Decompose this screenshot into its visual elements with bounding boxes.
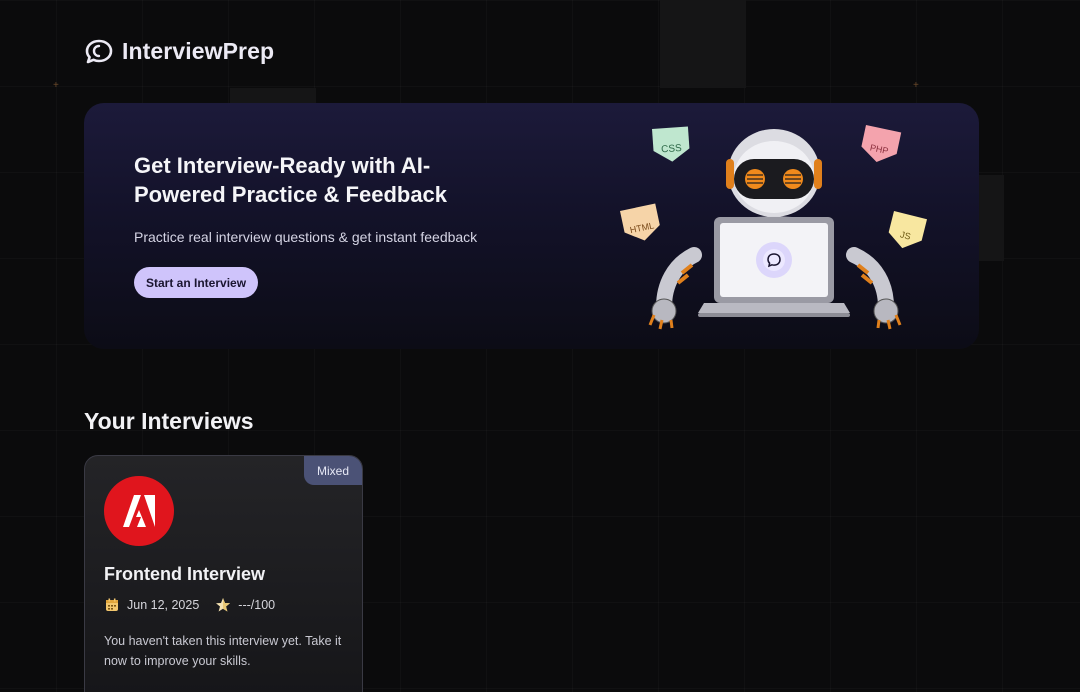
interview-type-badge: Mixed xyxy=(304,456,362,485)
interview-description: You haven't taken this interview yet. Ta… xyxy=(104,634,342,668)
score-meta: ---/100 xyxy=(215,597,275,613)
tag-label: CSS xyxy=(661,143,683,155)
interview-score: ---/100 xyxy=(238,598,276,612)
sparkle-icon: + xyxy=(53,80,59,91)
hero-banner: Get Interview-Ready with AI-Powered Prac… xyxy=(84,103,979,349)
interview-meta: Jun 12, 2025 ---/100 xyxy=(104,597,291,613)
app-logo[interactable]: InterviewPrep xyxy=(84,38,274,65)
calendar-icon xyxy=(106,598,118,611)
hero-subtitle: Practice real interview questions & get … xyxy=(134,229,478,245)
js-tag-icon: JS xyxy=(888,211,927,249)
background-block xyxy=(660,0,746,88)
section-title: Your Interviews xyxy=(84,408,254,434)
css-tag-icon: CSS xyxy=(652,126,690,162)
interview-title: Frontend Interview xyxy=(104,564,266,584)
date-meta: Jun 12, 2025 xyxy=(104,597,199,613)
chat-bubble-logo-icon xyxy=(85,39,113,63)
robot-illustration: CSS PHP HTML JS xyxy=(620,125,927,330)
background-block xyxy=(978,175,1004,261)
star-icon xyxy=(216,598,231,612)
start-interview-button[interactable]: Start an Interview xyxy=(134,267,259,298)
sparkle-icon: + xyxy=(913,80,919,91)
html-tag-icon: HTML xyxy=(620,203,660,241)
interview-card[interactable]: Mixed Frontend Interview Jun 12, 2025 --… xyxy=(84,455,363,692)
app-name: InterviewPrep xyxy=(122,38,275,64)
php-tag-icon: PHP xyxy=(861,125,902,162)
interview-date: Jun 12, 2025 xyxy=(127,598,200,612)
adobe-logo-icon xyxy=(104,476,174,546)
hero-title: Get Interview-Ready with AI-Powered Prac… xyxy=(134,153,448,207)
